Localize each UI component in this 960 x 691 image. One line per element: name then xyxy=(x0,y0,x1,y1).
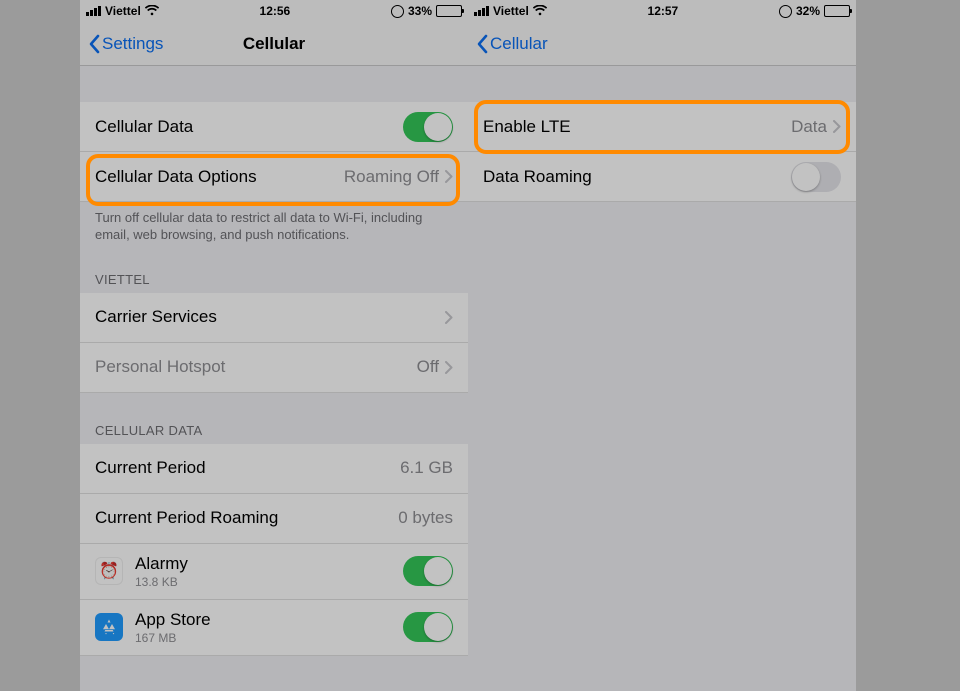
app-toggle-appstore[interactable] xyxy=(403,612,453,642)
app-size: 167 MB xyxy=(135,631,211,645)
screenshot-right: Viettel 12:57 32% Cellular Enable LTE xyxy=(468,0,856,691)
row-label: Data Roaming xyxy=(483,167,592,187)
page-title: Cellular xyxy=(243,34,305,54)
back-button[interactable]: Settings xyxy=(88,34,163,54)
cellular-data-toggle[interactable] xyxy=(403,112,453,142)
battery-icon xyxy=(824,5,850,17)
clock: 12:56 xyxy=(260,4,291,18)
rotation-lock-icon xyxy=(391,5,404,18)
row-label: Current Period Roaming xyxy=(95,508,278,528)
row-label: Cellular Data xyxy=(95,117,193,137)
battery-percent: 32% xyxy=(796,4,820,18)
app-name: App Store xyxy=(135,610,211,630)
wifi-icon xyxy=(533,5,547,18)
back-label: Cellular xyxy=(490,34,548,54)
clock: 12:57 xyxy=(648,4,679,18)
section-header-cellular-data: CELLULAR DATA xyxy=(80,393,468,444)
carrier-name: Viettel xyxy=(493,4,529,18)
app-row-alarmy[interactable]: ⏰ Alarmy 13.8 KB xyxy=(80,544,468,600)
battery-percent: 33% xyxy=(408,4,432,18)
app-toggle-alarmy[interactable] xyxy=(403,556,453,586)
chevron-right-icon xyxy=(445,170,453,183)
current-period-value: 6.1 GB xyxy=(400,458,453,478)
back-label: Settings xyxy=(102,34,163,54)
row-label: Personal Hotspot xyxy=(95,357,225,377)
chevron-left-icon xyxy=(476,34,488,54)
wifi-icon xyxy=(145,5,159,18)
battery-icon xyxy=(436,5,462,17)
back-button[interactable]: Cellular xyxy=(476,34,548,54)
appstore-icon xyxy=(95,613,123,641)
current-period-roaming-row: Current Period Roaming 0 bytes xyxy=(80,494,468,544)
status-bar: Viettel 12:57 32% xyxy=(468,0,856,22)
enable-lte-row[interactable]: Enable LTE Data xyxy=(468,102,856,152)
data-roaming-toggle[interactable] xyxy=(791,162,841,192)
data-roaming-row[interactable]: Data Roaming xyxy=(468,152,856,202)
chevron-right-icon xyxy=(833,120,841,133)
nav-bar: Cellular xyxy=(468,22,856,66)
nav-bar: Settings Cellular xyxy=(80,22,468,66)
cellular-data-options-row[interactable]: Cellular Data Options Roaming Off xyxy=(80,152,468,202)
row-label: Enable LTE xyxy=(483,117,571,137)
screenshot-left: Viettel 12:56 33% Settings Cellular xyxy=(80,0,468,691)
signal-icon xyxy=(474,6,489,16)
rotation-lock-icon xyxy=(779,5,792,18)
row-label: Carrier Services xyxy=(95,307,217,327)
chevron-right-icon xyxy=(445,311,453,324)
carrier-services-row[interactable]: Carrier Services xyxy=(80,293,468,343)
signal-icon xyxy=(86,6,101,16)
alarmy-icon: ⏰ xyxy=(95,557,123,585)
current-period-row: Current Period 6.1 GB xyxy=(80,444,468,494)
chevron-left-icon xyxy=(88,34,100,54)
cellular-data-footer: Turn off cellular data to restrict all d… xyxy=(80,202,468,254)
personal-hotspot-row[interactable]: Personal Hotspot Off xyxy=(80,343,468,393)
row-label: Cellular Data Options xyxy=(95,167,257,187)
app-row-appstore[interactable]: App Store 167 MB xyxy=(80,600,468,656)
cellular-data-options-detail: Roaming Off xyxy=(344,167,439,187)
personal-hotspot-detail: Off xyxy=(417,357,439,377)
row-label: Current Period xyxy=(95,458,206,478)
current-period-roaming-value: 0 bytes xyxy=(398,508,453,528)
cellular-data-row[interactable]: Cellular Data xyxy=(80,102,468,152)
app-name: Alarmy xyxy=(135,554,188,574)
section-header-carrier: VIETTEL xyxy=(80,254,468,293)
chevron-right-icon xyxy=(445,361,453,374)
app-size: 13.8 KB xyxy=(135,575,188,589)
enable-lte-detail: Data xyxy=(791,117,827,137)
carrier-name: Viettel xyxy=(105,4,141,18)
status-bar: Viettel 12:56 33% xyxy=(80,0,468,22)
